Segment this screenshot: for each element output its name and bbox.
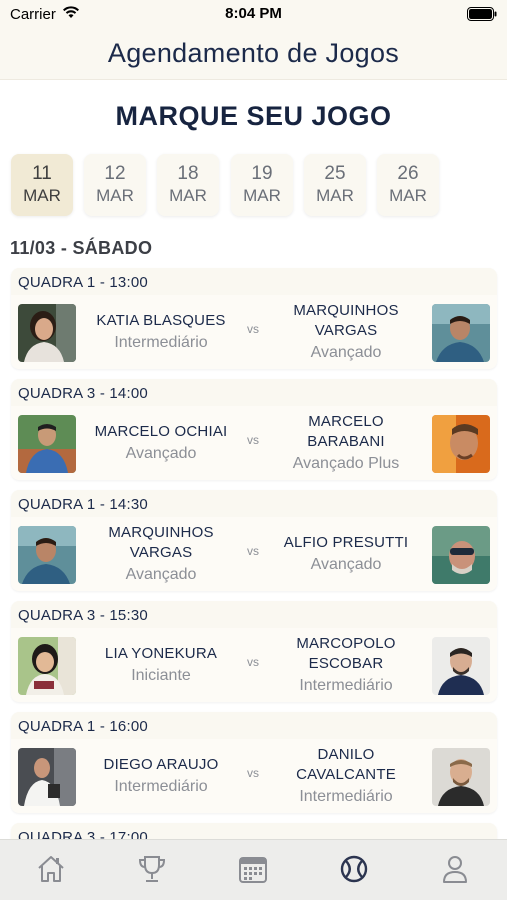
date-chip-25-mar[interactable]: 25 MAR (304, 154, 366, 216)
clock: 8:04 PM (225, 5, 282, 22)
player-left: KATIA BLASQUES Intermediário (86, 295, 236, 369)
vs-label: vs (247, 655, 259, 669)
player-name: MARCELO OCHIAI (94, 422, 228, 440)
date-day: 25 (324, 163, 346, 184)
player-right: ALFIO PRESUTTI Avançado (271, 517, 421, 591)
date-month: MAR (243, 186, 281, 205)
date-chip-18-mar[interactable]: 18 MAR (157, 154, 219, 216)
vs-label: vs (247, 766, 259, 780)
court-time-label: QUADRA 1 - 13:00 (18, 274, 148, 291)
tab-home[interactable] (34, 852, 68, 886)
player-left: DIEGO ARAUJO Intermediário (86, 739, 236, 813)
player-right: MARCOPOLO ESCOBAR Intermediário (271, 628, 421, 702)
tab-games[interactable] (337, 852, 371, 886)
player-avatar-photo (432, 304, 490, 362)
date-chip-19-mar[interactable]: 19 MAR (231, 154, 293, 216)
player-name: MARCOPOLO ESCOBAR (296, 634, 396, 672)
match-card[interactable]: QUADRA 1 - 13:00 KATIA BLASQUES Intermed… (11, 268, 497, 369)
date-day: 11 (32, 163, 52, 184)
player-avatar-photo (432, 526, 490, 584)
tab-bar (0, 839, 507, 900)
player-right: MARQUINHOS VARGAS Avançado (271, 295, 421, 369)
date-month: MAR (389, 186, 427, 205)
app-header: Agendamento de Jogos (0, 28, 507, 80)
player-name: MARCELO BARABANI (307, 412, 385, 450)
date-day: 18 (177, 163, 199, 184)
player-level: Avançado (125, 565, 197, 583)
vs-label: vs (247, 322, 259, 336)
battery-icon (467, 7, 497, 21)
match-card[interactable]: QUADRA 3 - 15:30 LIA YONEKURA Iniciante … (11, 601, 497, 702)
page-title: Agendamento de Jogos (107, 38, 400, 68)
player-right: DANILO CAVALCANTE Intermediário (271, 739, 421, 813)
player-left: LIA YONEKURA Iniciante (86, 628, 236, 702)
player-name: MARQUINHOS VARGAS (108, 523, 214, 561)
vs-label: vs (247, 544, 259, 558)
player-avatar-photo (18, 304, 76, 362)
player-level: Avançado (310, 343, 382, 361)
court-time-label: QUADRA 1 - 16:00 (18, 718, 148, 735)
match-card[interactable]: QUADRA 3 - 14:00 MARCELO OCHIAI Avançado… (11, 379, 497, 480)
player-right: MARCELO BARABANI Avançado Plus (271, 406, 421, 480)
section-title: MARQUE SEU JOGO (115, 101, 392, 131)
player-avatar-photo (432, 637, 490, 695)
player-avatar-photo (18, 415, 76, 473)
match-card[interactable]: QUADRA 1 - 16:00 DIEGO ARAUJO Intermediá… (11, 712, 497, 813)
court-time-label: QUADRA 3 - 14:00 (18, 385, 148, 402)
tab-ranking[interactable] (135, 852, 169, 886)
date-month: MAR (23, 186, 61, 205)
date-month: MAR (96, 186, 134, 205)
player-left: MARQUINHOS VARGAS Avançado (86, 517, 236, 591)
status-bar: Carrier 8:04 PM (0, 0, 507, 28)
player-level: Avançado Plus (292, 454, 400, 472)
player-left: MARCELO OCHIAI Avançado (86, 406, 236, 480)
match-card[interactable]: QUADRA 1 - 14:30 MARQUINHOS VARGAS Avanç… (11, 490, 497, 591)
date-day: 26 (397, 163, 419, 184)
date-month: MAR (316, 186, 354, 205)
tennis-ball-icon (337, 855, 371, 890)
player-level: Iniciante (131, 666, 191, 684)
tab-profile[interactable] (438, 852, 472, 886)
player-level: Intermediário (114, 777, 208, 795)
player-name: KATIA BLASQUES (96, 311, 226, 329)
player-avatar-photo (432, 748, 490, 806)
trophy-icon (135, 856, 169, 890)
player-level: Intermediário (114, 333, 208, 351)
player-level: Avançado (310, 555, 382, 573)
court-time-label: QUADRA 3 - 15:30 (18, 607, 148, 624)
player-name: MARQUINHOS VARGAS (293, 301, 399, 339)
vs-label: vs (247, 433, 259, 447)
player-level: Intermediário (299, 676, 393, 694)
match-card[interactable]: QUADRA 3 - 17:00 (11, 823, 497, 839)
player-name: LIA YONEKURA (104, 644, 218, 662)
player-level: Avançado (125, 444, 197, 462)
day-heading: 11/03 - SÁBADO (10, 238, 153, 258)
date-day: 19 (251, 163, 273, 184)
court-time-label: QUADRA 1 - 14:30 (18, 496, 148, 513)
player-level: Intermediário (299, 787, 393, 805)
player-avatar-photo (432, 415, 490, 473)
date-chip-26-mar[interactable]: 26 MAR (377, 154, 439, 216)
player-name: DIEGO ARAUJO (103, 755, 219, 773)
profile-icon (438, 856, 472, 890)
main-content[interactable]: MARQUE SEU JOGO 11 MAR 12 MAR 18 MAR 19 … (0, 81, 507, 839)
tab-calendar[interactable] (236, 852, 270, 886)
player-avatar-photo (18, 637, 76, 695)
court-time-label: QUADRA 3 - 17:00 (18, 829, 148, 839)
home-icon (34, 856, 68, 890)
calendar-icon (236, 857, 270, 890)
player-name: ALFIO PRESUTTI (283, 533, 409, 551)
player-avatar-photo (18, 526, 76, 584)
date-chip-12-mar[interactable]: 12 MAR (84, 154, 146, 216)
player-name: DANILO CAVALCANTE (296, 745, 396, 783)
date-month: MAR (169, 186, 207, 205)
date-chip-11-mar[interactable]: 11 MAR (11, 154, 73, 216)
player-avatar-photo (18, 748, 76, 806)
date-day: 12 (104, 163, 126, 184)
